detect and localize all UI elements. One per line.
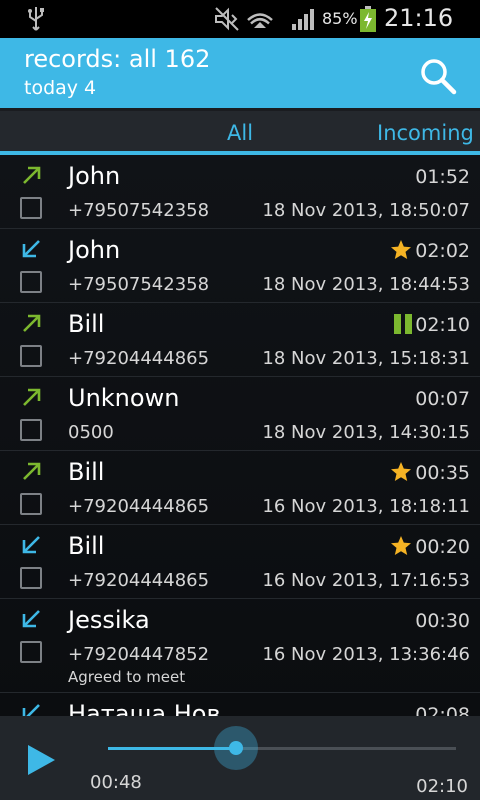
tab-bar: All Incoming <box>0 108 480 155</box>
record-checkbox[interactable] <box>20 493 42 515</box>
record-name: John <box>68 162 121 190</box>
record-checkbox[interactable] <box>20 271 42 293</box>
star-icon[interactable] <box>390 239 412 261</box>
records-list[interactable]: John 01:52 +79507542358 18 Nov 2013, 18:50:… <box>0 155 480 716</box>
record-datetime: 16 Nov 2013, 13:36:46 <box>262 644 470 665</box>
record-checkbox[interactable] <box>20 641 42 663</box>
seek-bar[interactable] <box>108 726 456 770</box>
record-name: Jessika <box>68 606 150 634</box>
status-bar: 85% 21:16 <box>0 0 480 38</box>
record-name: Bill <box>68 310 105 338</box>
status-icons <box>215 7 314 31</box>
record-datetime: 16 Nov 2013, 18:18:11 <box>262 496 470 517</box>
list-item[interactable]: Наташа Нов 02:08 <box>0 693 480 716</box>
record-duration: 02:02 <box>415 240 470 262</box>
record-duration: 00:30 <box>415 610 470 632</box>
list-item[interactable]: Bill 02:10 +79204444865 18 Nov 2013, 15:18:… <box>0 303 480 377</box>
record-checkbox[interactable] <box>20 197 42 219</box>
record-number: +79204444865 <box>68 348 210 369</box>
star-icon[interactable] <box>390 461 412 483</box>
outgoing-call-icon <box>23 388 41 406</box>
record-checkbox[interactable] <box>20 567 42 589</box>
record-number: +79204447852 <box>68 644 210 665</box>
record-duration: 00:07 <box>415 388 470 410</box>
incoming-call-icon <box>22 240 40 258</box>
record-number: 0500 <box>68 422 114 443</box>
record-name: Bill <box>68 458 105 486</box>
app-header: records: all 162 today 4 <box>0 38 480 108</box>
audio-player: 00:48 02:10 <box>0 716 480 800</box>
record-checkbox[interactable] <box>20 345 42 367</box>
pause-icon[interactable] <box>392 313 414 335</box>
play-icon[interactable] <box>26 744 56 776</box>
battery-charging-icon <box>360 6 376 32</box>
record-datetime: 18 Nov 2013, 18:44:53 <box>262 274 470 295</box>
mute-icon <box>215 7 239 31</box>
list-item[interactable]: Bill 00:20 +79204444865 16 Nov 2013, 17:16:… <box>0 525 480 599</box>
record-duration: 00:35 <box>415 462 470 484</box>
record-duration: 00:20 <box>415 536 470 558</box>
record-checkbox[interactable] <box>20 419 42 441</box>
tab-all[interactable]: All <box>227 121 253 145</box>
list-item[interactable]: Jessika 00:30 +79204447852 16 Nov 2013, 13:… <box>0 599 480 693</box>
incoming-call-icon <box>22 536 40 554</box>
record-name: Наташа Нов <box>68 700 221 716</box>
incoming-call-icon <box>22 610 40 628</box>
record-name: John <box>68 236 121 264</box>
record-datetime: 16 Nov 2013, 17:16:53 <box>262 570 470 591</box>
list-item[interactable]: John 01:52 +79507542358 18 Nov 2013, 18:50:… <box>0 155 480 229</box>
list-item[interactable]: Bill 00:35 +79204444865 16 Nov 2013, 18:18:… <box>0 451 480 525</box>
tab-incoming[interactable]: Incoming <box>377 121 474 145</box>
signal-icon <box>292 9 314 30</box>
record-number: +79204444865 <box>68 496 210 517</box>
star-icon[interactable] <box>390 535 412 557</box>
record-note: Agreed to meet <box>68 668 186 686</box>
record-number: +79507542358 <box>68 200 210 221</box>
record-duration: 02:08 <box>415 704 470 716</box>
search-icon[interactable] <box>418 56 458 96</box>
record-datetime: 18 Nov 2013, 15:18:31 <box>262 348 470 369</box>
record-datetime: 18 Nov 2013, 14:30:15 <box>262 422 470 443</box>
incoming-call-icon <box>22 704 40 716</box>
page-title: records: all 162 <box>24 45 211 73</box>
seek-thumb[interactable] <box>214 726 259 770</box>
record-name: Unknown <box>68 384 180 412</box>
record-datetime: 18 Nov 2013, 18:50:07 <box>262 200 470 221</box>
record-number: +79507542358 <box>68 274 210 295</box>
usb-icon <box>28 7 44 31</box>
total-time: 02:10 <box>416 776 468 797</box>
page-subtitle: today 4 <box>24 77 97 99</box>
battery-percent: 85% <box>322 9 358 28</box>
record-number: +79204444865 <box>68 570 210 591</box>
list-item[interactable]: Unknown 00:07 0500 18 Nov 2013, 14:30:15 <box>0 377 480 451</box>
record-duration: 02:10 <box>415 314 470 336</box>
wifi-icon <box>247 13 273 28</box>
list-item[interactable]: John 02:02 +79507542358 18 Nov 2013, 18:44:… <box>0 229 480 303</box>
elapsed-time: 00:48 <box>90 772 142 793</box>
clock: 21:16 <box>384 4 454 32</box>
outgoing-call-icon <box>23 314 41 332</box>
outgoing-call-icon <box>23 462 41 480</box>
record-duration: 01:52 <box>415 166 470 188</box>
record-name: Bill <box>68 532 105 560</box>
outgoing-call-icon <box>23 166 41 184</box>
